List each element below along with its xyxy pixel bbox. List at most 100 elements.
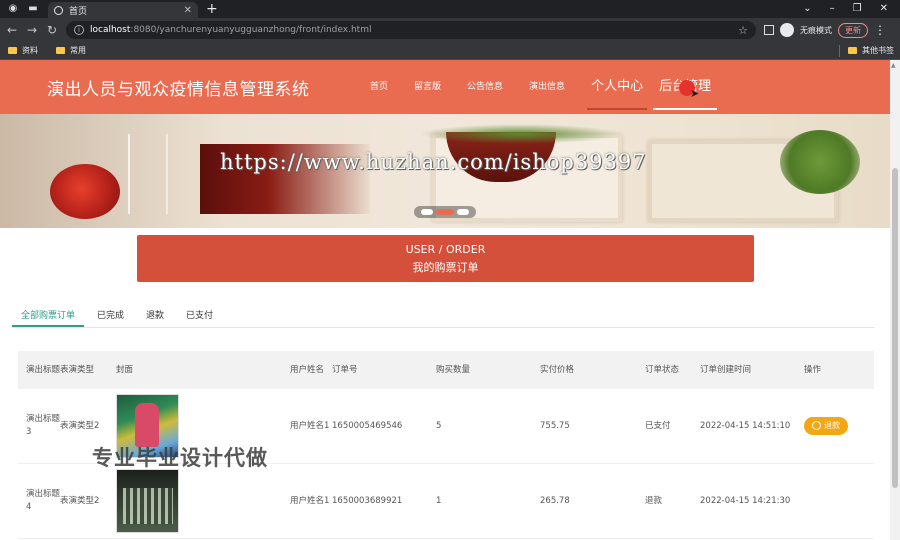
site-title: 演出人员与观众疫情信息管理系统: [47, 79, 310, 100]
column-header: 演出标题: [26, 364, 60, 375]
bookmark-label: 常用: [70, 46, 86, 55]
cell-type: 表演类型2: [60, 420, 100, 431]
url-path: :8080/yanchurenyuanyugguanzhong/front/in…: [130, 25, 372, 35]
banner-vine-image: [420, 124, 620, 144]
nav-personal-center[interactable]: 个人中心: [587, 60, 648, 114]
scroll-up-icon[interactable]: ▲: [891, 62, 896, 69]
cell-status: 退款: [645, 495, 663, 506]
carousel-dot-active[interactable]: [436, 209, 454, 215]
main-nav: 首页 留言版 公告信息 演出信息 个人中心 后台管理: [370, 60, 727, 114]
mouse-cursor-icon: ➤: [690, 87, 700, 100]
cell-action: 退款: [804, 416, 864, 436]
tab-all-orders[interactable]: 全部购票订单: [12, 306, 85, 327]
star-icon[interactable]: ☆: [738, 24, 748, 37]
nav-home[interactable]: 首页: [370, 60, 388, 114]
order-title-en: USER / ORDER: [405, 243, 486, 256]
nav-announcements[interactable]: 公告信息: [467, 60, 503, 114]
tab-refund[interactable]: 退款: [137, 306, 173, 327]
bookmark-label: 资料: [22, 46, 38, 55]
chevron-down-icon[interactable]: ⌄: [803, 0, 811, 18]
column-header: 操作: [804, 364, 822, 375]
other-bookmarks-label: 其他书签: [862, 46, 894, 55]
banner-carousel[interactable]: https://www.huzhan.com/ishop39397: [0, 114, 890, 228]
nav-shows[interactable]: 演出信息: [529, 60, 565, 114]
window-controls: ⌄ – ❐ ✕: [803, 0, 896, 18]
new-tab-button[interactable]: +: [206, 1, 218, 17]
cell-order-no: 1650003689921: [332, 495, 403, 506]
cell-cover: [116, 469, 290, 533]
incognito-icon: [780, 23, 794, 37]
cover-image: [116, 469, 179, 533]
banner-plant-image: [780, 130, 860, 194]
carousel-pager: [414, 206, 476, 218]
restore-icon[interactable]: ❐: [853, 0, 862, 18]
cell-price: 265.78: [540, 495, 570, 506]
column-header: 用户姓名: [290, 364, 325, 375]
column-header: 表演类型: [60, 364, 95, 375]
back-icon[interactable]: ←: [4, 23, 20, 37]
overlay-watermark-text: 专业毕业设计代做: [92, 446, 268, 470]
page-scrollbar[interactable]: ▲: [890, 60, 900, 540]
refund-button-label: 退款: [824, 421, 840, 431]
carousel-dot[interactable]: [421, 209, 433, 215]
banner-rose-image: [50, 164, 120, 219]
tab-search-icon[interactable]: ▬: [26, 2, 40, 16]
cell-type: 表演类型2: [60, 495, 100, 506]
table-header: 演出标题 表演类型 封面 用户姓名 订单号 购买数量 实付价格 订单状态 订单创…: [18, 351, 874, 389]
nav-message-board[interactable]: 留言版: [414, 60, 441, 114]
browser-tab[interactable]: 首页 ✕: [48, 2, 198, 18]
sidebar-icon[interactable]: [764, 25, 774, 35]
column-header: 封面: [116, 364, 134, 375]
cell-qty: 5: [436, 420, 442, 431]
address-bar-row: ← → ↻ i localhost :8080/yanchurenyuanyug…: [0, 18, 900, 42]
minimize-icon[interactable]: –: [830, 0, 835, 18]
carousel-dot[interactable]: [457, 209, 469, 215]
close-icon[interactable]: ✕: [184, 5, 192, 16]
folder-icon: [8, 47, 17, 54]
banner-glass-image: [128, 134, 168, 214]
refund-icon: [812, 421, 821, 431]
other-bookmarks[interactable]: 其他书签: [839, 44, 894, 57]
cell-title: 演出标题3: [26, 414, 60, 437]
tab-completed[interactable]: 已完成: [88, 306, 133, 327]
cell-status: 已支付: [645, 420, 671, 431]
column-header: 订单创建时间: [700, 364, 752, 375]
update-button[interactable]: 更新: [838, 22, 868, 38]
site-header: 演出人员与观众疫情信息管理系统 首页 留言版 公告信息 演出信息 个人中心 后台…: [0, 60, 890, 114]
folder-icon: [56, 47, 65, 54]
browser-menu-icon[interactable]: ◉: [6, 2, 20, 16]
refund-button[interactable]: 退款: [804, 416, 848, 435]
cell-created: 2022-04-15 14:21:30: [700, 495, 791, 506]
bookmarks-bar: 资料 常用 其他书签: [0, 42, 900, 60]
cell-price: 755.75: [540, 420, 570, 431]
cell-user: 用户姓名1: [290, 420, 330, 431]
url-host: localhost: [90, 25, 131, 35]
cell-order-no: 1650005469546: [332, 420, 403, 431]
tab-paid[interactable]: 已支付: [177, 306, 222, 327]
url-input[interactable]: i localhost :8080/yanchurenyuanyugguanzh…: [66, 21, 756, 39]
watermark-text: https://www.huzhan.com/ishop39397: [220, 150, 647, 174]
incognito-label: 无痕模式: [800, 25, 832, 35]
column-header: 订单状态: [645, 364, 680, 375]
column-header: 购买数量: [436, 364, 471, 375]
table-row: 演出标题4 表演类型2 用户姓名1 1650003689921 1 265.78…: [18, 464, 874, 539]
info-icon[interactable]: i: [74, 25, 84, 35]
scroll-thumb[interactable]: [892, 168, 898, 488]
column-header: 订单号: [332, 364, 358, 375]
cell-qty: 1: [436, 495, 442, 506]
order-section-title: USER / ORDER 我的购票订单: [137, 235, 754, 282]
order-title-cn: 我的购票订单: [412, 261, 479, 274]
column-header: 实付价格: [540, 364, 575, 375]
order-tabs: 全部购票订单 已完成 退款 已支付: [12, 306, 874, 328]
more-icon[interactable]: ⋮: [874, 23, 886, 37]
forward-icon[interactable]: →: [24, 23, 40, 37]
folder-icon: [848, 47, 857, 54]
browser-tab-title: 首页: [69, 6, 88, 17]
cell-created: 2022-04-15 14:51:10: [700, 420, 791, 431]
bookmark-folder[interactable]: 资料: [8, 45, 38, 56]
bookmark-folder[interactable]: 常用: [56, 45, 86, 56]
window-close-icon[interactable]: ✕: [880, 0, 888, 18]
reload-icon[interactable]: ↻: [44, 23, 60, 37]
globe-icon: [54, 5, 63, 15]
divider: [839, 44, 840, 57]
